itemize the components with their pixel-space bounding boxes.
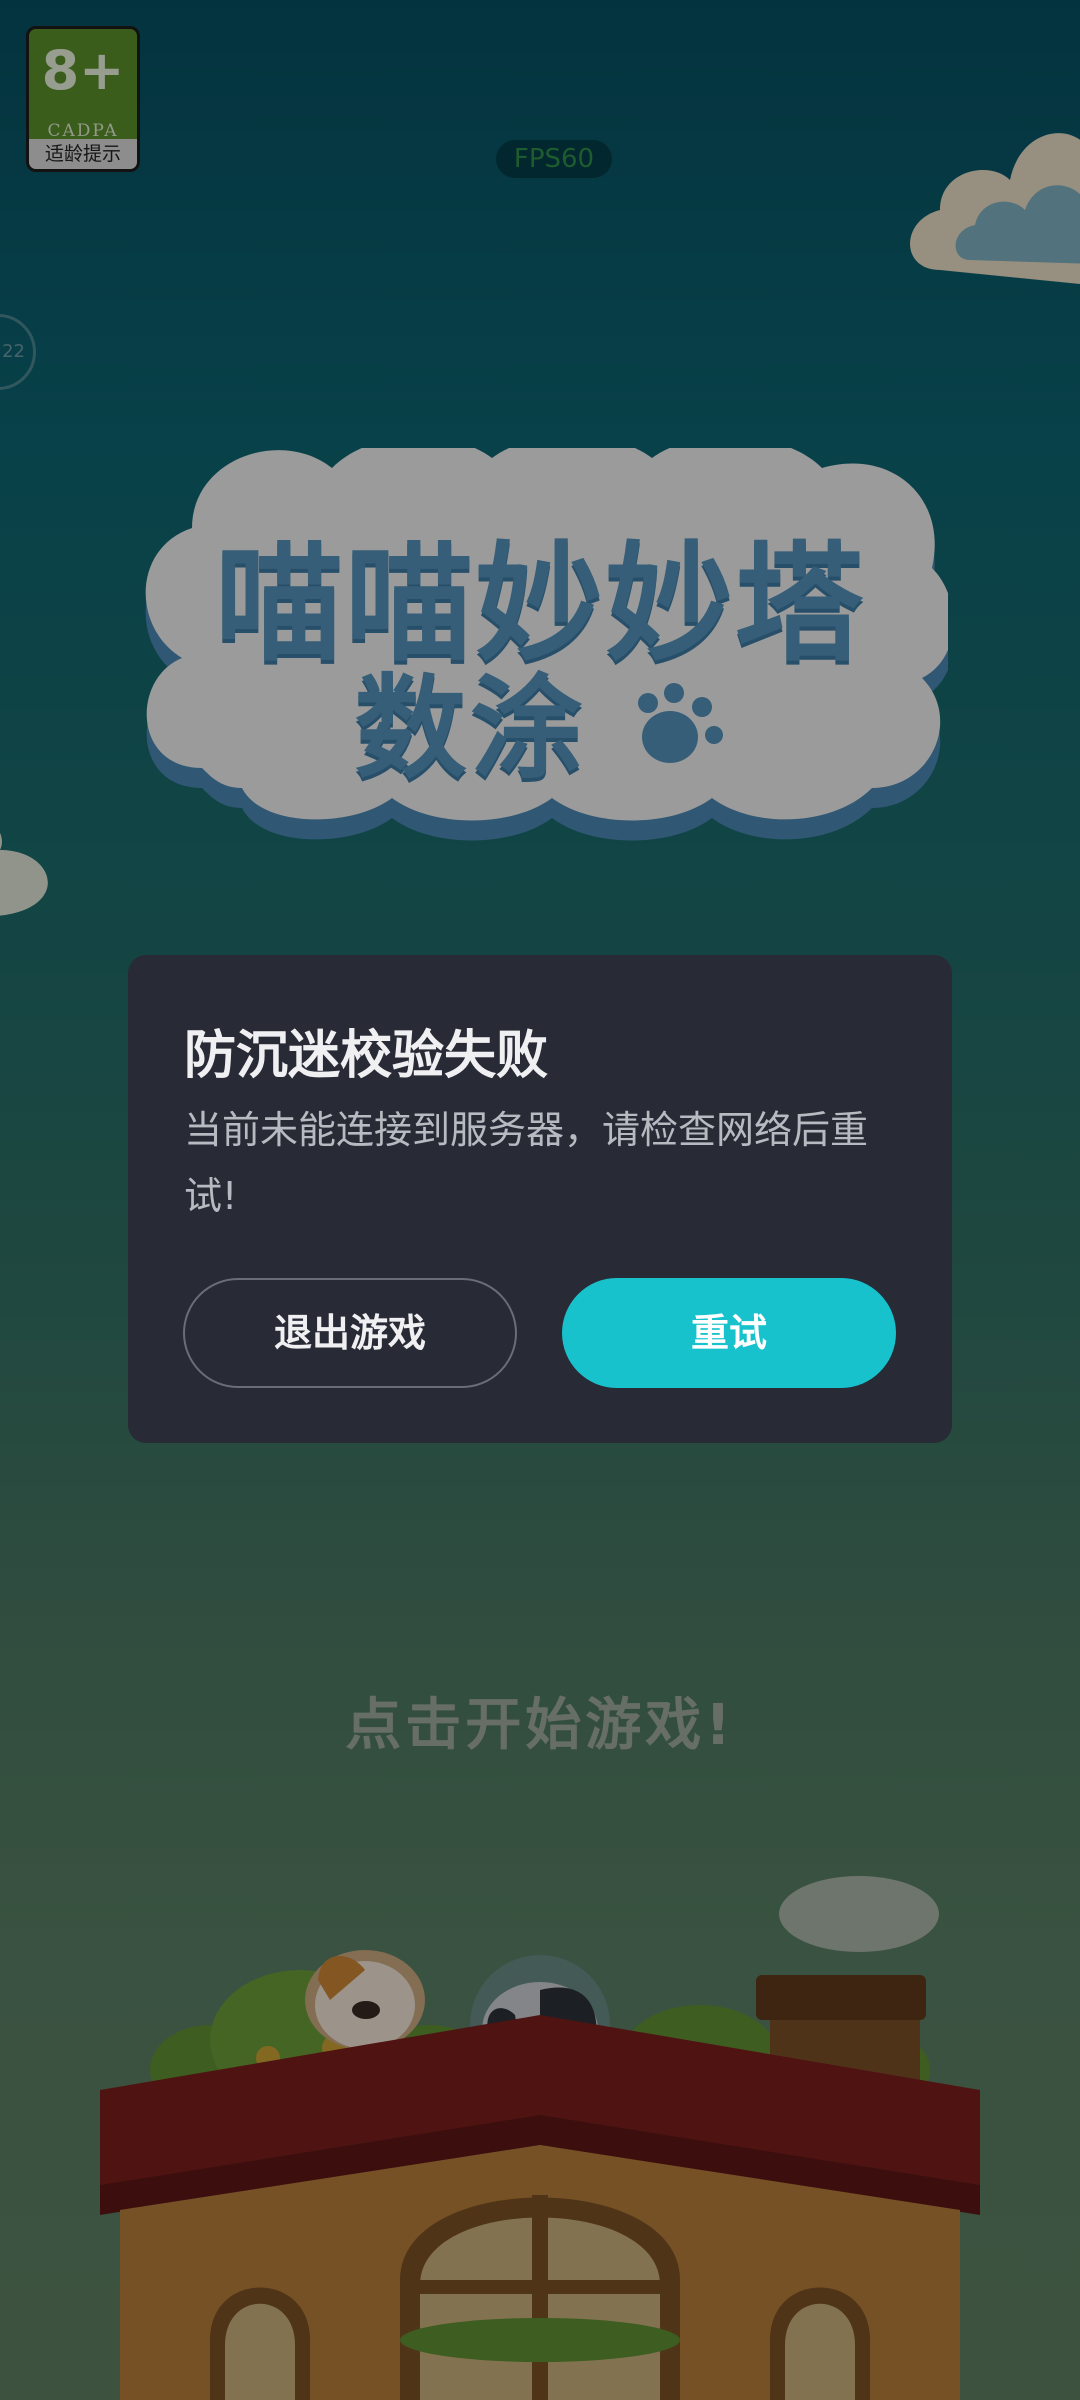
quit-game-button[interactable]: 退出游戏 xyxy=(183,1278,517,1388)
dialog-title: 防沉迷校验失败 xyxy=(184,1026,549,1086)
anti-addiction-error-dialog: 防沉迷校验失败 当前未能连接到服务器，请检查网络后重试! 退出游戏 重试 xyxy=(128,955,952,1443)
retry-button[interactable]: 重试 xyxy=(562,1278,896,1388)
game-screen: 8+ CADPA 适龄提示 FPS60 22 喵喵妙妙塔 数涂 点击开始游戏! … xyxy=(0,0,1080,2400)
dialog-message: 当前未能连接到服务器，请检查网络后重试! xyxy=(184,1108,869,1218)
